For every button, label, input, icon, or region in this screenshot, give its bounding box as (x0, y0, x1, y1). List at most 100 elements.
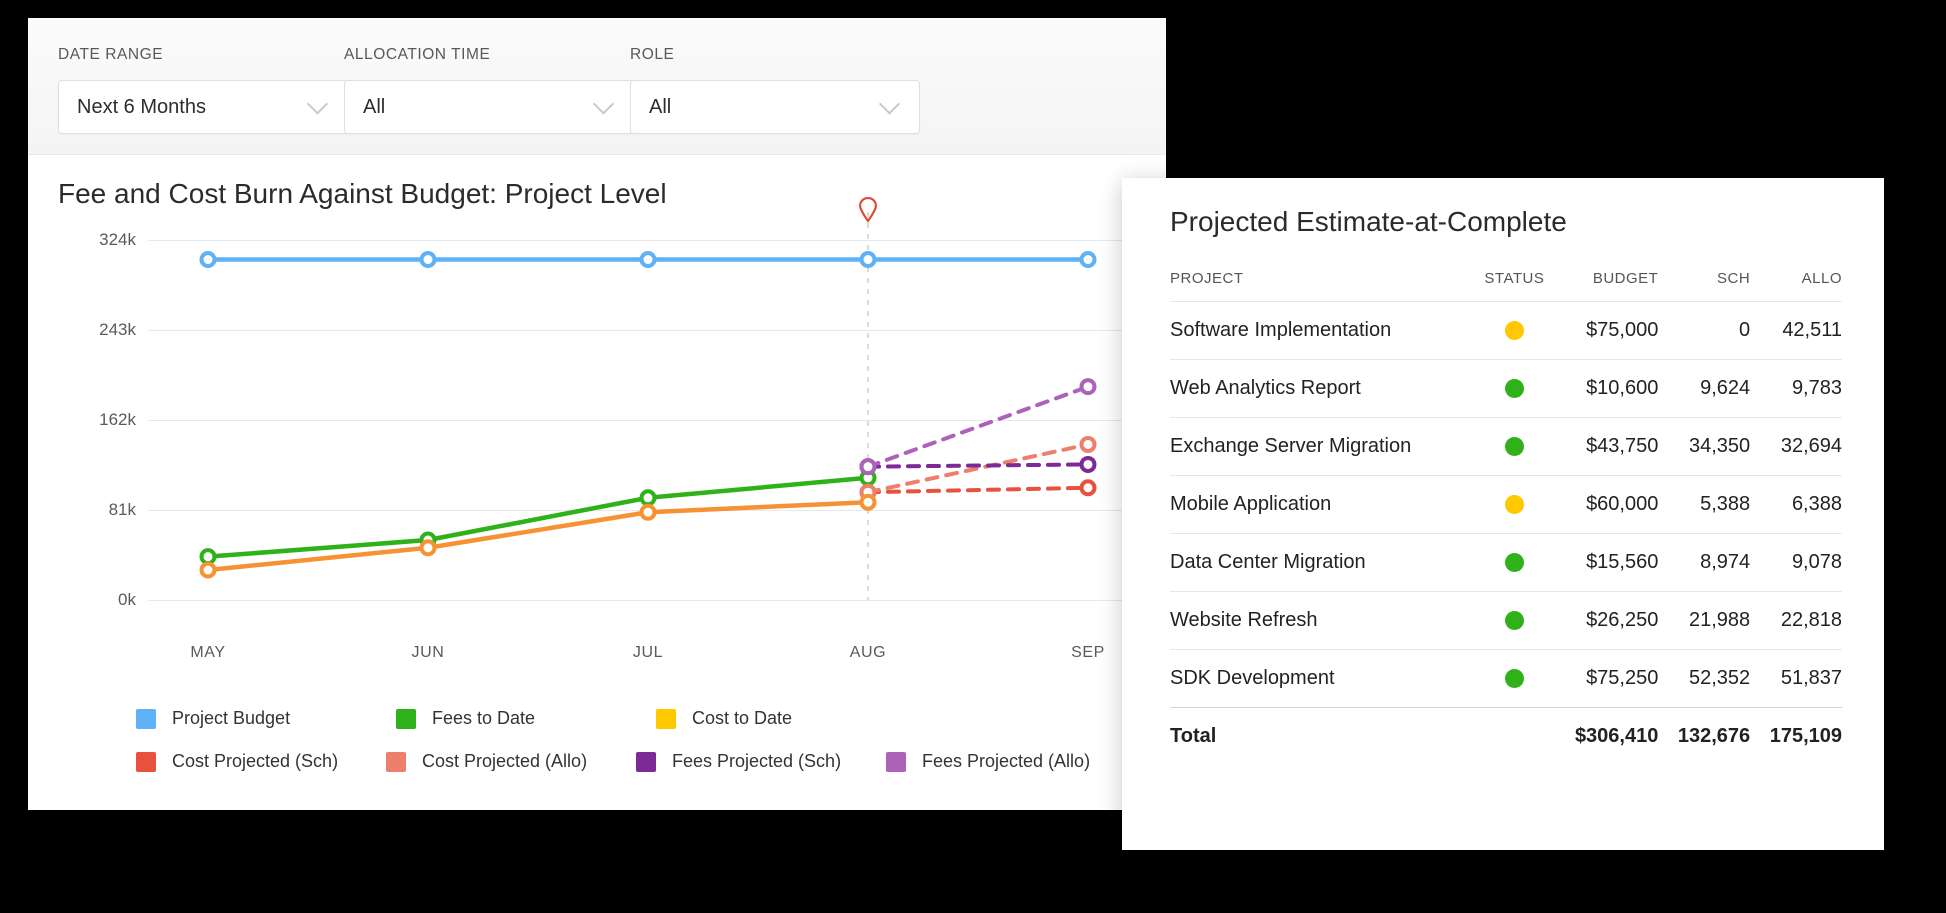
cell-project: SDK Development (1170, 667, 1335, 689)
table-body: Software Implementation $75,000 0 42,511 Web… (1170, 301, 1842, 765)
chart-data-point[interactable] (1079, 455, 1097, 473)
col-header-sch: SCH (1716, 270, 1751, 287)
legend-swatch-icon (136, 751, 156, 772)
status-dot-icon (1504, 611, 1524, 631)
cell-status (1476, 534, 1552, 592)
table-row[interactable]: Web Analytics Report $10,600 9,624 9,783 (1170, 359, 1842, 418)
x-axis-tick-label: SEP (1071, 644, 1105, 661)
date-range-value: Next 6 Months (77, 95, 206, 118)
col-header-budget: BUDGET (1592, 270, 1659, 287)
legend-label: Cost Projected (Allo) (422, 751, 588, 771)
cell-total-label: Total (1170, 707, 1477, 765)
chevron-down-icon (592, 93, 615, 115)
table-row[interactable]: Software Implementation $75,000 0 42,511 (1170, 301, 1842, 360)
legend-swatch-icon (636, 751, 656, 772)
cell-allo: 42,511 (1782, 319, 1842, 341)
table-row[interactable]: Website Refresh $26,250 21,988 22,818 (1170, 591, 1842, 650)
legend-label: Fees Projected (Sch) (672, 751, 842, 771)
cell-sch: 5,388 (1700, 493, 1751, 515)
chart-data-point[interactable] (1079, 251, 1097, 269)
cell-allo: 9,078 (1791, 551, 1842, 573)
allocation-time-select[interactable]: All (344, 80, 634, 134)
cell-status (1476, 476, 1552, 534)
chart-series-line (866, 485, 1090, 495)
cell-sch: 21,988 (1688, 609, 1751, 631)
cell-status (1476, 592, 1552, 650)
chart-data-point[interactable] (859, 251, 877, 269)
chart-data-point[interactable] (639, 251, 657, 269)
chart-data-point[interactable] (1079, 378, 1097, 396)
chevron-down-icon (306, 93, 329, 115)
chart-data-point[interactable] (1079, 479, 1097, 497)
legend-item[interactable]: Cost Projected (Allo) (386, 751, 636, 772)
panel-title: Projected Estimate-at-Complete (1170, 206, 1567, 237)
eac-table-wrapper: PROJECT STATUS BUDGET SCH ALLO Software … (1170, 270, 1842, 765)
role-select[interactable]: All (630, 80, 920, 134)
cell-budget: $10,600 (1586, 377, 1659, 399)
cell-budget: $15,560 (1586, 551, 1659, 573)
cell-project: Software Implementation (1170, 319, 1392, 341)
date-range-select[interactable]: Next 6 Months (58, 80, 348, 134)
cell-budget: $43,750 (1586, 435, 1659, 457)
cell-allo: 9,783 (1791, 377, 1842, 399)
legend-item[interactable]: Cost Projected (Sch) (136, 751, 386, 772)
cell-status (1476, 650, 1552, 708)
legend-swatch-icon (136, 708, 156, 729)
legend-item[interactable]: Fees to Date (396, 708, 656, 729)
legend-label: Project Budget (172, 708, 291, 728)
cell-project: Mobile Application (1170, 493, 1332, 515)
cell-total-status (1476, 707, 1553, 765)
legend-item[interactable]: Fees Projected (Allo) (886, 751, 1136, 772)
status-dot-icon (1504, 553, 1524, 573)
chart-data-point[interactable] (199, 548, 217, 566)
legend-swatch-icon (396, 708, 416, 729)
cell-sch: 52,352 (1688, 667, 1751, 689)
chart-data-point[interactable] (199, 251, 217, 269)
y-axis-tick-label: 0k (118, 590, 136, 609)
legend-item[interactable]: Fees Projected (Sch) (636, 751, 886, 772)
cell-budget: $60,000 (1586, 493, 1659, 515)
filter-label-allocation-time: ALLOCATION TIME (344, 46, 491, 63)
eac-table: PROJECT STATUS BUDGET SCH ALLO Software … (1170, 270, 1842, 765)
filter-bar: DATE RANGE Next 6 Months ALLOCATION TIME… (28, 18, 1166, 155)
chart-legend: Project Budget Fees to Date Cost to Date… (136, 708, 1136, 794)
filter-role: ROLE All (630, 46, 920, 134)
table-head: PROJECT STATUS BUDGET SCH ALLO (1170, 270, 1842, 302)
chart-data-point[interactable] (639, 503, 657, 521)
allocation-time-value: All (363, 95, 386, 118)
chart-data-point[interactable] (1079, 435, 1097, 453)
chart-data-point[interactable] (199, 561, 217, 579)
cell-allo: 22,818 (1780, 609, 1842, 631)
cell-total-budget: $306,410 (1552, 707, 1659, 765)
status-dot-icon (1504, 321, 1524, 341)
chart-data-point[interactable] (859, 493, 877, 511)
table-row[interactable]: SDK Development $75,250 52,352 51,837 (1170, 649, 1842, 708)
chart-data-point[interactable] (639, 489, 657, 507)
chart-data-point[interactable] (419, 539, 437, 557)
chart-series-line (866, 462, 1090, 469)
filter-allocation-time: ALLOCATION TIME All (344, 46, 634, 134)
legend-label: Cost Projected (Sch) (172, 751, 339, 771)
projected-eac-panel: Projected Estimate-at-Complete PROJECT S… (1122, 178, 1884, 850)
chart-series-line (866, 442, 1090, 495)
cell-sch: 0 (1739, 319, 1751, 341)
filter-label-date-range: DATE RANGE (58, 46, 164, 63)
chart-series-line (205, 475, 871, 559)
chart-series-line (205, 499, 871, 573)
legend-item[interactable]: Cost to Date (656, 708, 916, 729)
legend-item[interactable]: Project Budget (136, 708, 396, 729)
table-row[interactable]: Exchange Server Migration $43,750 34,350 32… (1170, 417, 1842, 476)
chart-data-point[interactable] (419, 251, 437, 269)
legend-swatch-icon (386, 751, 406, 772)
table-row[interactable]: Mobile Application $60,000 5,388 6,388 (1170, 475, 1842, 534)
status-dot-icon (1504, 379, 1524, 399)
table-row[interactable]: Data Center Migration $15,560 8,974 9,078 (1170, 533, 1842, 592)
chart-data-point[interactable] (859, 458, 877, 476)
cell-status (1476, 418, 1552, 476)
cell-budget: $26,250 (1586, 609, 1659, 631)
x-axis-tick-label: AUG (849, 644, 887, 661)
cell-total-allo: 175,109 (1750, 707, 1842, 765)
location-pin-icon (857, 196, 879, 224)
legend-label: Fees to Date (432, 708, 536, 728)
cell-status (1476, 360, 1552, 418)
